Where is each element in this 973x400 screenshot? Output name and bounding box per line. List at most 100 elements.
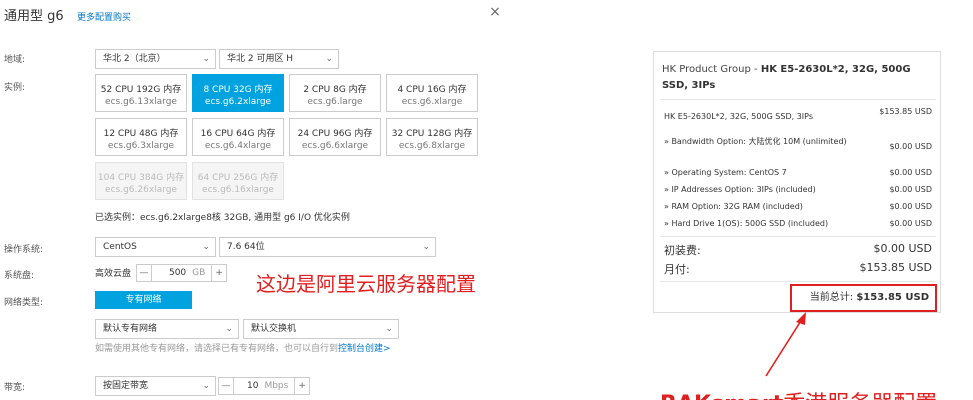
- instance-spec: ecs.g6.26xlarge: [105, 185, 177, 195]
- instance-cpu: 32 CPU 128G 内存: [391, 129, 473, 139]
- instance-option[interactable]: 16 CPU 64G 内存 ecs.g6.4xlarge: [192, 118, 284, 156]
- bandwidth-type-value: 按固定带宽: [103, 381, 149, 391]
- minus-icon[interactable]: —: [219, 378, 233, 394]
- network-hint-text: 如需使用其他专有网络，请选择已有专有网络，也可以自行到: [95, 344, 339, 354]
- item-price: $0.00 USD: [889, 185, 932, 194]
- plus-icon[interactable]: +: [212, 265, 226, 281]
- chevron-down-icon: ⌄: [225, 324, 233, 334]
- instance-spec: ecs.g6.13xlarge: [105, 97, 177, 107]
- vpc-select[interactable]: 默认专有网络 ⌄: [95, 319, 239, 339]
- cart-line-item: HK E5-2630L*2, 32G, 500G SSD, 3IPs $153.…: [664, 106, 932, 130]
- instance-option[interactable]: 12 CPU 48G 内存 ecs.g6.3xlarge: [95, 118, 187, 156]
- more-config-link[interactable]: 更多配置购买: [77, 10, 131, 23]
- instance-spec: ecs.g6.3xlarge: [107, 141, 175, 151]
- zone-value: 华北 2 可用区 H: [227, 54, 294, 64]
- vswitch-select[interactable]: 默认交换机 ⌄: [243, 319, 399, 339]
- network-hint: 如需使用其他专有网络，请选择已有专有网络，也可以自行到控制台创建>: [95, 344, 405, 355]
- instance-cpu: 52 CPU 192G 内存: [100, 85, 182, 95]
- bandwidth-type-select[interactable]: 按固定带宽 ⌄: [95, 376, 216, 396]
- instance-spec: ecs.g6.large: [307, 97, 363, 107]
- cart-title-prefix: HK Product Group -: [662, 64, 761, 75]
- selected-instance-text: 已选实例：ecs.g6.2xlarge8核 32GB, 通用型 g6 I/O 优…: [95, 213, 350, 223]
- raksmart-annotation: RAKsmart香港服务器配置: [660, 386, 937, 400]
- monthly-label: 月付:: [664, 263, 690, 276]
- item-price: $153.85 USD: [879, 107, 932, 116]
- instance-cpu: 4 CPU 16G 内存: [397, 85, 467, 95]
- config-dialog: 通用型 g6 更多配置购买 × 地域: 华北 2（北京） ⌄ 华北 2 可用区 …: [0, 0, 512, 400]
- cart-line-item: » Bandwidth Option: 大陆优化 10M (unlimited)…: [664, 136, 932, 160]
- divider: [660, 99, 936, 100]
- console-create-link[interactable]: 控制台创建>: [338, 344, 391, 354]
- minus-icon[interactable]: —: [137, 265, 151, 281]
- instance-cpu: 64 CPU 256G 内存: [197, 173, 279, 183]
- instance-spec: ecs.g6.16xlarge: [202, 185, 274, 195]
- close-icon[interactable]: ×: [487, 4, 503, 20]
- setup-fee-value: $0.00 USD: [873, 242, 933, 255]
- os-select[interactable]: CentOS ⌄: [95, 237, 216, 257]
- bandwidth-field[interactable]: 10 Mbps: [232, 378, 296, 394]
- zone-select[interactable]: 华北 2 可用区 H ⌄: [219, 49, 339, 69]
- item-price: $0.00 USD: [889, 219, 932, 228]
- region-value: 华北 2（北京）: [103, 54, 166, 64]
- raksmart-annotation-text: 香港服务器配置: [783, 392, 937, 400]
- bandwidth-stepper[interactable]: — 10 Mbps +: [218, 377, 310, 395]
- instance-option[interactable]: 52 CPU 192G 内存 ecs.g6.13xlarge: [95, 74, 187, 112]
- item-name: » Operating System: CentOS 7: [664, 168, 787, 177]
- disk-size-value: 500: [168, 268, 187, 278]
- instance-option[interactable]: 32 CPU 128G 内存 ecs.g6.8xlarge: [386, 118, 478, 156]
- instance-spec: ecs.g6.xlarge: [401, 97, 463, 107]
- instance-option[interactable]: 4 CPU 16G 内存 ecs.g6.xlarge: [386, 74, 478, 112]
- chevron-down-icon: ⌄: [385, 324, 393, 334]
- chevron-down-icon: ⌄: [422, 242, 430, 252]
- monthly-value: $153.85 USD: [859, 261, 933, 274]
- item-name: » IP Addresses Option: 3IPs (included): [664, 185, 816, 194]
- os-label: 操作系统:: [4, 245, 44, 255]
- disk-label: 系统盘:: [4, 271, 35, 281]
- current-total: 当前总计: $153.85 USD: [790, 284, 937, 312]
- item-name: » Hard Drive 1(OS): 500G SSD (included): [664, 219, 829, 228]
- vpc-value: 默认专有网络: [103, 324, 158, 334]
- total-value: $153.85 USD: [856, 292, 929, 303]
- item-price: $0.00 USD: [889, 142, 932, 151]
- disk-size-stepper[interactable]: — 500 GB +: [136, 264, 227, 282]
- instance-spec: ecs.g6.4xlarge: [204, 141, 272, 151]
- dialog-title: 通用型 g6: [4, 9, 64, 24]
- instance-option-selected[interactable]: 8 CPU 32G 内存 ecs.g6.2xlarge: [192, 74, 284, 112]
- instance-cpu: 24 CPU 96G 内存: [297, 129, 373, 139]
- raksmart-brand: RAKsmart: [660, 392, 783, 400]
- setup-fee-label: 初装费:: [664, 244, 701, 257]
- chevron-down-icon: ⌄: [325, 54, 333, 64]
- instance-option-disabled: 64 CPU 256G 内存 ecs.g6.16xlarge: [192, 162, 284, 200]
- instance-cpu: 12 CPU 48G 内存: [103, 129, 179, 139]
- chevron-down-icon: ⌄: [202, 54, 210, 64]
- chevron-down-icon: ⌄: [202, 242, 210, 252]
- instance-cpu: 104 CPU 384G 内存: [97, 173, 185, 183]
- os-value: CentOS: [103, 242, 137, 252]
- item-name: HK E5-2630L*2, 32G, 500G SSD, 3IPs: [664, 112, 814, 121]
- instance-option[interactable]: 2 CPU 8G 内存 ecs.g6.large: [289, 74, 381, 112]
- cart-title: HK Product Group - HK E5-2630L*2, 32G, 5…: [662, 62, 938, 94]
- aliyun-annotation: 这边是阿里云服务器配置: [256, 272, 476, 296]
- instance-spec: ecs.g6.8xlarge: [398, 141, 466, 151]
- network-label: 网络类型:: [4, 298, 44, 308]
- chevron-down-icon: ⌄: [202, 381, 210, 391]
- disk-size-field[interactable]: 500 GB: [150, 265, 213, 281]
- item-name: » Bandwidth Option: 大陆优化 10M (unlimited): [664, 137, 847, 146]
- divider: [660, 281, 936, 282]
- instance-cpu: 2 CPU 8G 内存: [303, 85, 367, 95]
- os-version-select[interactable]: 7.6 64位 ⌄: [219, 237, 436, 257]
- disk-type: 高效云盘: [95, 269, 132, 279]
- total-label: 当前总计:: [809, 292, 854, 303]
- region-select[interactable]: 华北 2（北京） ⌄: [95, 49, 216, 69]
- instance-option[interactable]: 24 CPU 96G 内存 ecs.g6.6xlarge: [289, 118, 381, 156]
- bandwidth-label: 带宽:: [4, 383, 26, 393]
- vpc-type-button[interactable]: 专有网络: [95, 291, 192, 309]
- item-price: $0.00 USD: [889, 202, 932, 211]
- order-summary-panel: HK Product Group - HK E5-2630L*2, 32G, 5…: [653, 51, 941, 313]
- bandwidth-value: 10: [247, 381, 259, 391]
- instance-spec: ecs.g6.2xlarge: [204, 97, 272, 107]
- item-name: » RAM Option: 32G RAM (included): [664, 202, 803, 211]
- divider: [660, 236, 936, 237]
- plus-icon[interactable]: +: [295, 378, 309, 394]
- region-label: 地域:: [4, 55, 26, 65]
